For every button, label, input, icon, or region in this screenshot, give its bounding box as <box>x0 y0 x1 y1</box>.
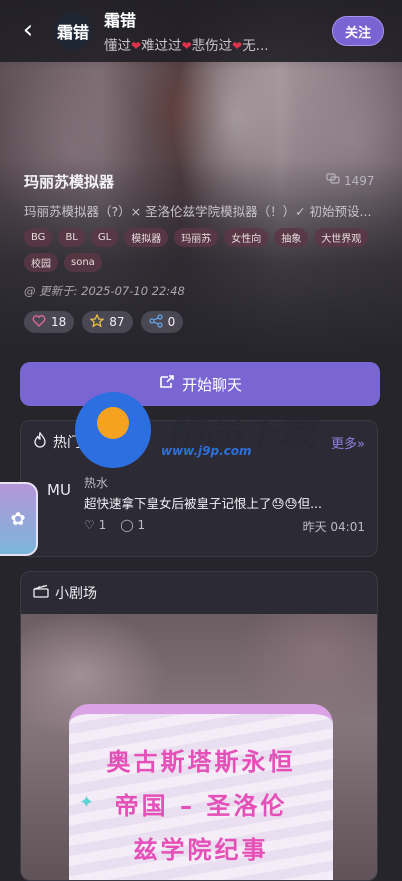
comment-reply-count: 1 <box>137 518 146 532</box>
follow-button[interactable]: 关注 <box>332 16 384 46</box>
share-icon <box>148 313 163 331</box>
poster-line: 帝国 – 圣洛伦 <box>114 792 288 820</box>
like-count: 18 <box>51 315 67 329</box>
chat-count: 1497 <box>326 173 375 188</box>
theater-poster[interactable]: 奥古斯塔斯永恒 ✦ 帝国 – 圣洛伦 兹学院纪事 <box>69 704 333 880</box>
stats-row: 18 87 0 <box>24 311 184 333</box>
poster-line: 兹学院纪事 <box>133 836 269 864</box>
tag[interactable]: 大世界观 <box>314 228 369 247</box>
character-name: 霜错 <box>104 11 137 30</box>
heart-outline-icon <box>32 314 46 330</box>
comment-text[interactable]: 超快速拿下皇女后被皇子记恨上了😓😓但... <box>84 493 354 512</box>
heart-icon: ❤ <box>131 39 142 53</box>
tag[interactable]: GL <box>90 228 119 247</box>
chat-share-icon <box>158 374 176 394</box>
watermark-logo <box>75 392 151 468</box>
heart-icon: ❤ <box>181 39 192 53</box>
heart-outline-icon: ♡ <box>84 518 95 532</box>
theater-title: 小剧场 <box>55 586 97 602</box>
chat-bubble-icon <box>326 173 340 188</box>
share-count: 0 <box>167 315 176 329</box>
watermark-url: www.j9p.com <box>161 444 252 458</box>
avatar[interactable]: MU <box>47 481 71 499</box>
tag[interactable]: BL <box>58 228 85 247</box>
tag[interactable]: sona <box>64 253 102 272</box>
flame-icon <box>33 431 47 452</box>
tag[interactable]: 女性向 <box>224 228 269 247</box>
work-title: 玛丽苏模拟器 <box>24 173 115 191</box>
tag[interactable]: 抽象 <box>274 228 309 247</box>
character-tagline: 懂过❤难过过❤悲伤过❤无... <box>104 38 269 54</box>
star-count: 87 <box>109 315 125 329</box>
comment-time: 昨天 04:01 <box>302 520 365 534</box>
chat-count-value: 1497 <box>344 173 375 188</box>
theater-header: 小剧场 <box>21 572 377 614</box>
top-bar: ‹ 霜错 霜错 懂过❤难过过❤悲伤过❤无... 关注 <box>0 0 402 62</box>
flower-icon: ✿ <box>10 508 26 530</box>
floating-flower-button[interactable]: ✿ <box>0 482 38 556</box>
tag-list: BG BL GL 模拟器 玛丽苏 女性向 抽象 大世界观 校园 sona <box>24 228 374 272</box>
back-arrow-icon[interactable]: ‹ <box>14 14 42 46</box>
comment-reply-button[interactable]: ◯ 1 <box>120 518 145 532</box>
star-icon <box>89 313 105 331</box>
watermark: 精品下载 www.j9p.com <box>75 392 395 482</box>
clapperboard-icon <box>33 584 49 602</box>
heart-icon: ❤ <box>232 39 243 53</box>
tag[interactable]: 玛丽苏 <box>174 228 219 247</box>
poster-line: 奥古斯塔斯永恒 <box>106 748 296 776</box>
updated-time: @ 更新于: 2025-07-10 22:48 <box>24 284 185 298</box>
favorite-button[interactable]: 87 <box>82 311 133 333</box>
theater-image[interactable]: 奥古斯塔斯永恒 ✦ 帝国 – 圣洛伦 兹学院纪事 <box>21 614 377 880</box>
share-button[interactable]: 0 <box>140 311 184 333</box>
speech-bubble-icon: ◯ <box>120 518 134 532</box>
work-description: 玛丽苏模拟器（?）× 圣洛伦兹学院模拟器（！）✓ 初始预设... <box>24 204 372 219</box>
comment-meta: ♡ 1 ◯ 1 <box>84 518 145 532</box>
tag[interactable]: 模拟器 <box>124 228 169 247</box>
watermark-logo-dot <box>97 407 129 439</box>
tag[interactable]: 校园 <box>24 253 58 272</box>
theater-card: 小剧场 奥古斯塔斯永恒 ✦ 帝国 – 圣洛伦 兹学院纪事 <box>20 571 378 881</box>
character-avatar[interactable]: 霜错 <box>54 12 92 50</box>
comment-like-count: 1 <box>98 518 107 532</box>
like-button[interactable]: 18 <box>24 311 75 333</box>
tag[interactable]: BG <box>24 228 53 247</box>
comment-like-button[interactable]: ♡ 1 <box>84 518 106 532</box>
